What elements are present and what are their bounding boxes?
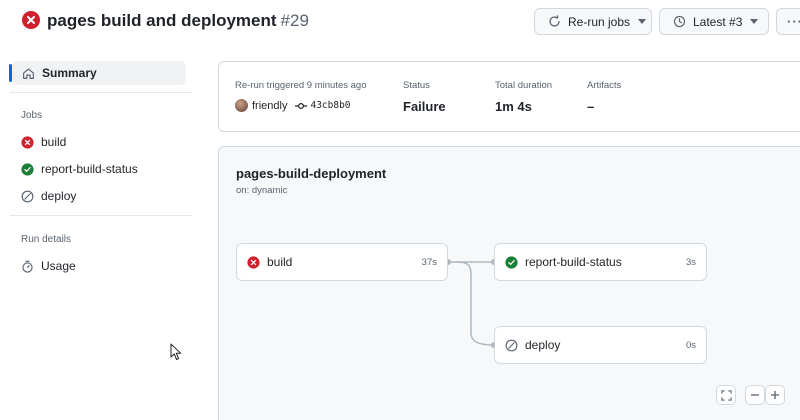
latest-attempt-label: Latest #3 [693,14,743,29]
more-options-button[interactable]: ··· [776,8,800,35]
check-circle-fill-icon [505,255,518,269]
job-node-build[interactable]: build 37s [236,243,448,281]
trigger-actor: friendly 43cb8b0 [235,99,351,112]
job-duration: 3s [685,256,696,268]
sidebar-item-label: report-build-status [41,162,138,176]
dash-icon [751,394,759,396]
divider [10,92,192,93]
commit-sha-link[interactable]: 43cb8b0 [310,100,350,111]
job-name: deploy [525,338,561,352]
zoom-in-button[interactable] [765,385,785,405]
workflow-name: pages-build-deployment [236,166,387,181]
zoom-out-button[interactable] [745,385,765,405]
artifacts-value: – [587,99,595,114]
skip-icon [21,190,34,202]
sidebar-item-report-build-status[interactable]: report-build-status [21,157,138,181]
job-name: report-build-status [525,255,622,269]
rerun-jobs-label: Re-run jobs [568,14,631,29]
job-node-deploy[interactable]: deploy 0s [494,326,707,364]
x-circle-fill-icon [21,135,34,149]
actor-link[interactable]: friendly [252,100,287,112]
avatar[interactable] [235,99,248,112]
skip-icon [505,339,518,351]
stopwatch-icon [22,260,33,273]
job-name: build [267,255,293,269]
sidebar-item-label: deploy [41,189,77,203]
x-circle-fill-icon [247,255,260,269]
home-icon [23,67,34,79]
trigger-label: Re-run triggered 9 minutes ago [235,80,367,91]
sidebar-item-label: Usage [41,259,76,273]
job-dependency-lines [445,259,497,348]
job-node-report-build-status[interactable]: report-build-status 3s [494,243,707,281]
status-label: Status [403,80,430,91]
run-summary-card: Re-run triggered 9 minutes ago friendly … [218,61,800,132]
job-duration: 37s [421,256,437,268]
workflow-graph-panel: pages-build-deployment on: dynamic build… [218,146,800,420]
jobs-heading: Jobs [21,110,43,121]
run-title: pages build and deployment #29 [47,11,309,31]
sidebar-item-deploy[interactable]: deploy [21,184,76,208]
selected-indicator [9,64,12,82]
history-icon [673,15,686,28]
caret-down-icon [750,19,759,24]
workflow-run-name: pages build and deployment [47,11,277,30]
duration-label: Total duration [495,80,553,91]
plus-icon [771,391,779,399]
sidebar-item-label: Summary [42,66,97,80]
fullscreen-button[interactable] [716,385,736,405]
sidebar-item-build[interactable]: build [21,130,66,154]
sync-icon [549,15,560,27]
mouse-pointer-icon [170,343,182,360]
git-commit-icon [295,102,308,109]
run-details-heading: Run details [21,234,72,245]
artifacts-label: Artifacts [587,80,622,91]
check-circle-fill-icon [21,162,34,176]
screen-full-icon [720,389,732,401]
failure-status-icon [22,11,40,29]
divider [10,215,192,216]
rerun-jobs-button[interactable]: Re-run jobs [534,8,652,35]
duration-value: 1m 4s [495,99,532,114]
workflow-trigger: on: dynamic [236,185,288,196]
run-number: #29 [280,11,309,30]
sidebar-item-usage[interactable]: Usage [21,254,76,278]
sidebar-item-summary[interactable]: Summary [9,61,186,85]
job-duration: 0s [685,339,696,351]
caret-down-icon [638,19,647,24]
sidebar-item-label: build [41,135,67,149]
status-value: Failure [403,99,446,114]
kebab-horizontal-icon: ··· [787,14,800,29]
latest-attempt-button[interactable]: Latest #3 [659,8,769,35]
